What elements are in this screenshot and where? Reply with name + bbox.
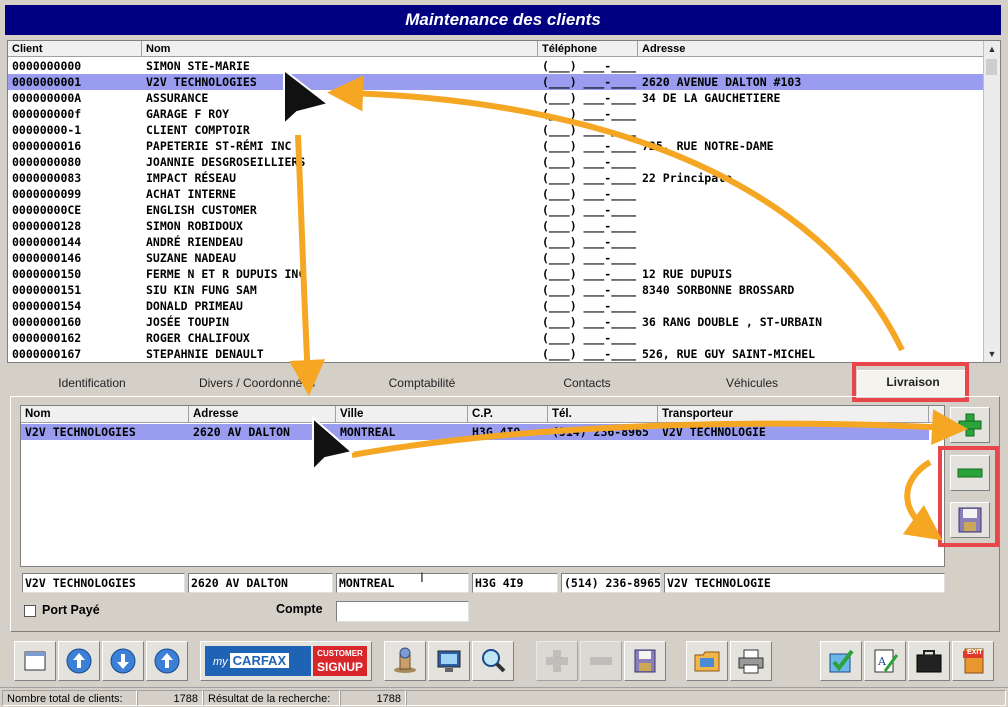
annotation-arrow-to-list	[327, 75, 905, 352]
annotation-arrow-to-save	[902, 459, 943, 541]
annotation-arrow-to-add	[351, 409, 968, 458]
pointer-cursor-icon	[283, 67, 331, 127]
annotation-overlay	[283, 67, 968, 541]
annotation-arrow-to-tab	[289, 134, 326, 396]
pointer-cursor-icon-2	[312, 415, 355, 473]
